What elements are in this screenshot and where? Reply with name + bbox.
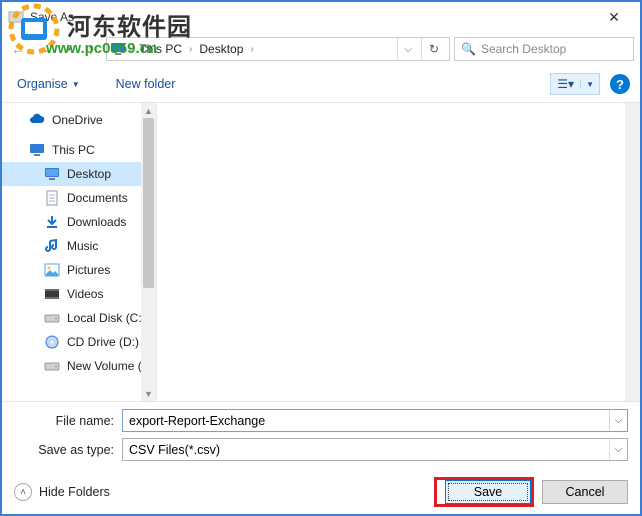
path-dropdown-icon[interactable]: ⌵ xyxy=(397,38,418,60)
tree-item-this-pc[interactable]: This PC xyxy=(2,138,156,162)
chevron-right-icon: › xyxy=(189,44,192,55)
tree-item-documents[interactable]: Documents xyxy=(2,186,156,210)
file-pane[interactable] xyxy=(157,103,640,401)
watermark-text: 河东软件园 xyxy=(67,7,192,42)
organise-menu[interactable]: Organise ▼ xyxy=(12,74,85,94)
filename-input[interactable] xyxy=(123,410,609,431)
sidebar-scrollbar[interactable]: ▲ ▼ xyxy=(141,103,156,401)
filetype-select[interactable]: CSV Files(*.csv) ⌵ xyxy=(122,438,628,461)
view-mode-button[interactable]: ☰▾ ▼ xyxy=(550,73,600,95)
search-placeholder: Search Desktop xyxy=(481,42,566,56)
save-button[interactable]: Save xyxy=(445,480,531,504)
chevron-up-icon: ˄ xyxy=(14,483,32,501)
tree-item-pictures[interactable]: Pictures xyxy=(2,258,156,282)
tree-item-downloads[interactable]: Downloads xyxy=(2,210,156,234)
chevron-down-icon: ▼ xyxy=(580,80,599,89)
filepane-scrollbar[interactable] xyxy=(625,103,640,401)
scroll-up-icon[interactable]: ▲ xyxy=(141,103,156,118)
filetype-label: Save as type: xyxy=(14,443,122,457)
view-icon: ☰▾ xyxy=(551,77,580,91)
tree-item-new-volume-e-[interactable]: New Volume (E:) xyxy=(2,354,156,378)
chevron-down-icon: ⌵ xyxy=(609,439,627,460)
hide-folders-button[interactable]: ˄ Hide Folders xyxy=(14,483,110,501)
new-folder-button[interactable]: New folder xyxy=(111,74,181,94)
help-button[interactable]: ? xyxy=(610,74,630,94)
tree-item-music[interactable]: Music xyxy=(2,234,156,258)
watermark-url: www.pc0359.cn xyxy=(46,40,157,57)
toolbar: Organise ▼ New folder ☰▾ ▼ ? xyxy=(2,66,640,103)
search-icon: 🔍 xyxy=(461,42,476,56)
filename-dropdown-icon[interactable]: ⌵ xyxy=(609,410,627,431)
chevron-down-icon: ▼ xyxy=(72,80,80,89)
cancel-button[interactable]: Cancel xyxy=(542,480,628,504)
tree-item-desktop[interactable]: Desktop xyxy=(2,162,156,186)
tree-item-cd-drive-d-xer[interactable]: CD Drive (D:) Xer xyxy=(2,330,156,354)
filename-label: File name: xyxy=(14,414,122,428)
scroll-down-icon[interactable]: ▼ xyxy=(141,386,156,401)
save-form: File name: ⌵ Save as type: CSV Files(*.c… xyxy=(2,401,640,461)
filetype-value: CSV Files(*.csv) xyxy=(123,439,609,460)
tree-item-local-disk-c-[interactable]: Local Disk (C:) xyxy=(2,306,156,330)
chevron-right-icon: › xyxy=(250,44,253,55)
refresh-icon[interactable]: ↻ xyxy=(421,38,446,60)
button-row: ˄ Hide Folders Save Cancel xyxy=(2,467,640,516)
close-button[interactable]: ✕ xyxy=(594,3,634,31)
tree-item-videos[interactable]: Videos xyxy=(2,282,156,306)
crumb-desktop[interactable]: Desktop xyxy=(195,42,247,56)
scroll-thumb[interactable] xyxy=(143,118,154,288)
search-input[interactable]: 🔍 Search Desktop xyxy=(454,37,634,61)
folder-tree: OneDrive This PCDesktopDocumentsDownloads… xyxy=(2,103,157,401)
tree-item-onedrive[interactable]: OneDrive xyxy=(2,108,156,132)
